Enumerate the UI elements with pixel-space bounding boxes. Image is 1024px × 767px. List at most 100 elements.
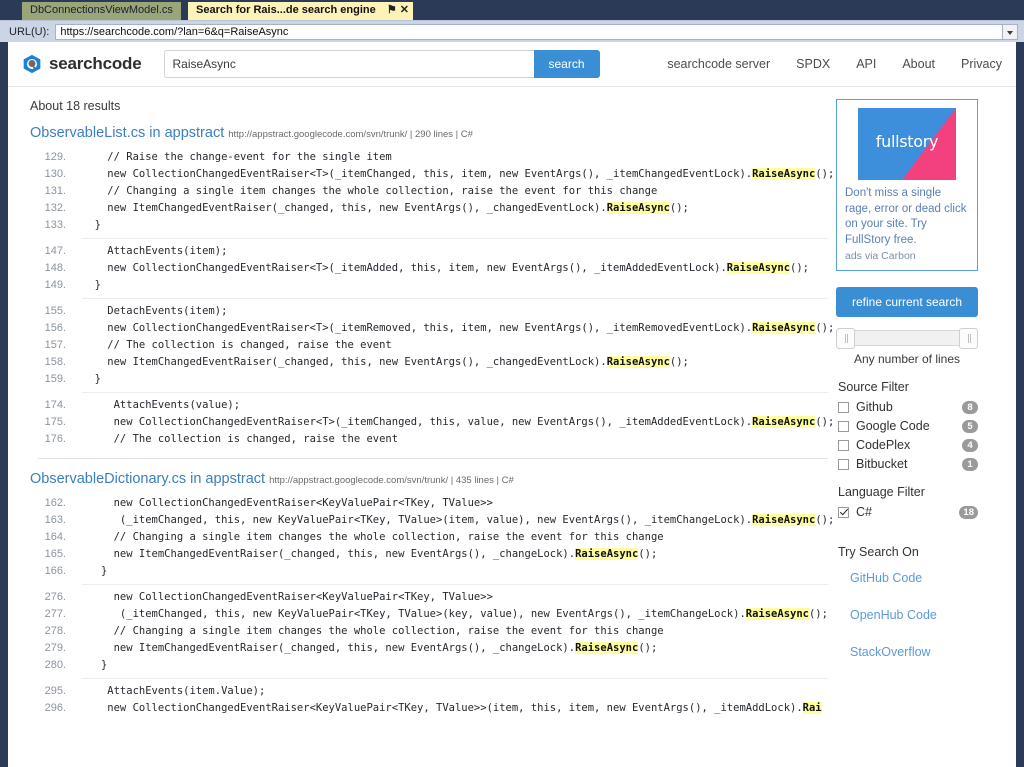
source-filter-checkbox[interactable]: [838, 439, 849, 451]
search-result-block: ObservableList.cs in appstract http://app…: [30, 124, 835, 448]
line-number: 133.: [44, 219, 66, 231]
try-search-link[interactable]: StackOverflow: [850, 645, 1016, 659]
line-code: // The collection is changed, raise the …: [82, 337, 391, 354]
source-filter-count-badge: 1: [962, 457, 978, 471]
result-title-link[interactable]: ObservableList.cs in appstract: [30, 125, 224, 141]
language-filter-row[interactable]: C# 18: [836, 505, 978, 519]
line-code: new ItemChangedEventRaiser(_changed, thi…: [82, 354, 689, 371]
code-snippet: 129. // Raise the change-event for the s…: [30, 149, 835, 234]
source-filter-title: Source Filter: [838, 380, 909, 394]
close-icon[interactable]: ✕: [400, 2, 409, 19]
browser-url-bar: URL(U): https://searchcode.com/?lan=6&q=…: [0, 20, 1024, 42]
slider-track[interactable]: [836, 328, 978, 349]
code-line: 149. }: [30, 277, 828, 294]
line-number: 156.: [44, 322, 66, 334]
tab-label: DbConnectionsViewModel.cs: [30, 4, 173, 16]
language-filter-label: C#: [856, 505, 872, 519]
source-filter-checkbox[interactable]: [838, 401, 849, 413]
line-number: 280.: [44, 659, 66, 671]
code-text: ();: [790, 262, 809, 274]
site-nav: searchcode server SPDX API About Privacy: [667, 57, 1002, 71]
nav-link-privacy[interactable]: Privacy: [961, 57, 1002, 71]
code-text: }: [82, 659, 108, 671]
line-number: 159.: [44, 373, 66, 385]
url-input[interactable]: https://searchcode.com/?lan=6&q=RaiseAsy…: [55, 23, 1002, 40]
line-code: AttachEvents(item);: [82, 243, 227, 260]
pin-icon[interactable]: ⚑: [387, 2, 397, 19]
code-text: new ItemChangedEventRaiser(_changed, thi…: [82, 356, 607, 368]
refine-current-search-button[interactable]: refine current search: [836, 287, 978, 317]
code-text: new CollectionChangedEventRaiser<T>(_ite…: [82, 322, 753, 334]
snippet-divider: [82, 678, 828, 679]
source-filter-row[interactable]: Github 8: [836, 400, 978, 414]
code-line: 166. }: [30, 563, 828, 580]
code-snippet: 276. new CollectionChangedEventRaiser<Ke…: [30, 589, 828, 674]
source-filter-row[interactable]: Bitbucket 1: [836, 457, 978, 471]
search-results-column: About 18 results ObservableList.cs in ap…: [8, 87, 835, 767]
line-code: (_itemChanged, this, new KeyValuePair<TK…: [82, 606, 828, 623]
code-line: 164. // Changing a single item changes t…: [30, 529, 828, 546]
line-number: 130.: [44, 168, 66, 180]
line-code: }: [82, 277, 101, 294]
line-code: }: [82, 657, 107, 674]
code-line: 174. AttachEvents(value);: [30, 397, 828, 414]
tab-dbconnectionsviewmodel[interactable]: DbConnectionsViewModel.cs: [22, 2, 181, 20]
source-filter-label: Github: [856, 400, 893, 414]
code-text: new CollectionChangedEventRaiser<KeyValu…: [82, 591, 493, 603]
try-search-link[interactable]: OpenHub Code: [850, 608, 1016, 622]
code-text: new CollectionChangedEventRaiser<T>(_ite…: [82, 262, 727, 274]
nav-link-api[interactable]: API: [856, 57, 876, 71]
code-text: DetachEvents(item);: [82, 305, 228, 317]
search-term-highlight: RaiseAsync: [726, 262, 791, 274]
line-number: 278.: [44, 625, 66, 637]
code-line: 176. // The collection is changed, raise…: [30, 431, 828, 448]
editor-tab-strip: DbConnectionsViewModel.cs Search for Rai…: [0, 0, 1024, 20]
search-term-highlight: RaiseAsync: [575, 642, 639, 654]
result-title-link[interactable]: ObservableDictionary.cs in appstract: [30, 471, 265, 487]
code-text: }: [82, 373, 101, 385]
source-filter-count-badge: 4: [962, 438, 978, 452]
language-filter-count-badge: 18: [959, 505, 978, 519]
advertisement-box[interactable]: fullstory Don't miss a single rage, erro…: [836, 99, 978, 271]
line-code: // Raise the change-event for the single…: [82, 149, 391, 166]
line-code: AttachEvents(item.Value);: [82, 683, 265, 700]
line-code: new CollectionChangedEventRaiser<T>(_ite…: [82, 414, 834, 431]
lines-range-slider[interactable]: Any number of lines: [836, 328, 978, 366]
code-text: AttachEvents(value);: [82, 399, 241, 411]
language-filter-checkbox[interactable]: [838, 506, 849, 518]
source-filter-row[interactable]: Google Code 5: [836, 419, 978, 433]
code-line: 131. // Changing a single item changes t…: [30, 183, 828, 200]
line-number: 165.: [44, 548, 66, 560]
search-term-highlight: RaiseAsync: [752, 322, 816, 334]
slider-handle-max[interactable]: [959, 328, 978, 349]
nav-link-spdx[interactable]: SPDX: [796, 57, 830, 71]
line-number: 296.: [44, 702, 66, 714]
line-code: DetachEvents(item);: [82, 303, 227, 320]
brand-logo[interactable]: searchcode: [22, 54, 142, 74]
code-text: AttachEvents(item);: [82, 245, 228, 257]
code-text: (_itemChanged, this, new KeyValuePair<TK…: [82, 608, 746, 620]
tab-search-browser[interactable]: Search for Rais...de search engine ⚑ ✕: [188, 2, 413, 20]
source-filter-checkbox[interactable]: [838, 420, 849, 432]
search-term-highlight: RaiseAsync: [606, 356, 670, 368]
search-term-highlight: Rai: [802, 702, 822, 714]
snippet-divider: [82, 584, 828, 585]
chevron-down-icon[interactable]: [1002, 23, 1018, 40]
try-search-link[interactable]: GitHub Code: [850, 571, 1016, 585]
line-number: 279.: [44, 642, 66, 654]
source-filter-row[interactable]: CodePlex 4: [836, 438, 978, 452]
code-text: ();: [669, 356, 689, 368]
code-text: }: [82, 219, 101, 231]
code-line: 280. }: [30, 657, 828, 674]
code-line: 159. }: [30, 371, 828, 388]
line-code: new CollectionChangedEventRaiser<KeyValu…: [82, 589, 493, 606]
nav-link-about[interactable]: About: [902, 57, 935, 71]
source-filter-checkbox[interactable]: [838, 458, 849, 470]
search-button[interactable]: search: [533, 50, 600, 78]
slider-handle-min[interactable]: [836, 328, 855, 349]
nav-link-searchcode-server[interactable]: searchcode server: [667, 57, 770, 71]
source-filter-count-badge: 5: [962, 419, 978, 433]
code-line: 279. new ItemChangedEventRaiser(_changed…: [30, 640, 828, 657]
search-input[interactable]: [163, 50, 534, 78]
line-code: new CollectionChangedEventRaiser<T>(_ite…: [82, 166, 834, 183]
